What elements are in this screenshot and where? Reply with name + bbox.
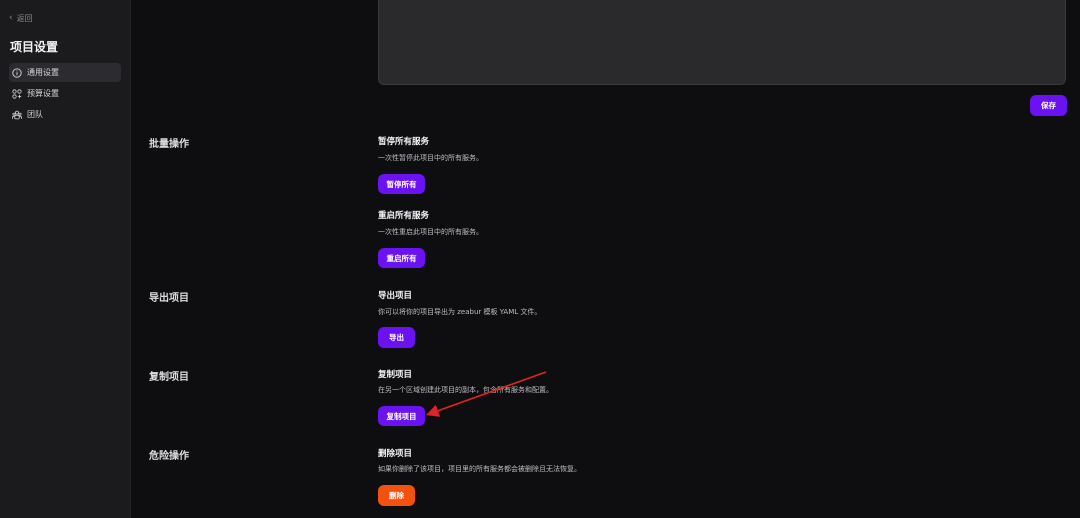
save-button[interactable]: 保存 <box>1030 95 1067 116</box>
chevron-left-icon: ‹ <box>9 13 13 23</box>
sidebar-item-label: 团队 <box>27 110 43 119</box>
delete-title: 删除项目 <box>378 449 413 459</box>
pause-all-title: 暂停所有服务 <box>378 137 430 147</box>
restart-all-button[interactable]: 重启所有 <box>378 248 425 268</box>
export-button[interactable]: 导出 <box>378 327 415 348</box>
pause-all-button[interactable]: 暂停所有 <box>378 174 425 194</box>
section-label-danger: 危险操作 <box>149 451 189 462</box>
copy-title: 复制项目 <box>378 370 413 380</box>
info-circle-icon <box>12 67 22 78</box>
sidebar-item-budget[interactable]: 预算设置 <box>9 84 121 103</box>
section-label-copy: 复制项目 <box>149 372 189 383</box>
copy-desc: 在另一个区域创建此项目的副本，包含所有服务和配置。 <box>378 386 553 394</box>
pause-all-desc: 一次性暂停此项目中的所有服务。 <box>378 154 483 162</box>
sidebar-title: 项目设置 <box>10 40 59 54</box>
export-desc: 你可以将你的项目导出为 zeabur 模板 YAML 文件。 <box>378 308 542 316</box>
export-title: 导出项目 <box>378 291 413 301</box>
main-content: 保存 批量操作 暂停所有服务 一次性暂停此项目中的所有服务。 暂停所有 重启所有… <box>132 0 1080 518</box>
copy-project-button[interactable]: 复制项目 <box>378 406 425 426</box>
sidebar-nav: 通用设置 预算设置 团队 <box>9 63 121 126</box>
restart-all-desc: 一次性重启此项目中的所有服务。 <box>378 228 483 236</box>
sidebar-item-team[interactable]: 团队 <box>9 105 121 124</box>
section-label-export: 导出项目 <box>149 293 189 304</box>
sidebar-item-label: 预算设置 <box>27 89 59 98</box>
restart-all-title: 重启所有服务 <box>378 211 430 221</box>
team-icon <box>12 110 22 119</box>
delete-button[interactable]: 删除 <box>378 485 415 506</box>
back-label: 返回 <box>16 14 33 23</box>
sidebar-item-general[interactable]: 通用设置 <box>9 63 121 82</box>
back-link[interactable]: ‹ 返回 <box>9 13 33 24</box>
sidebar: ‹ 返回 项目设置 通用设置 预算设置 团队 <box>0 0 131 518</box>
description-textarea[interactable] <box>378 0 1066 85</box>
grid-icon <box>12 88 22 99</box>
delete-desc: 如果你删除了该项目，项目里的所有服务都会被删除且无法恢复。 <box>378 465 581 473</box>
section-label-bulk: 批量操作 <box>149 139 189 150</box>
sidebar-item-label: 通用设置 <box>27 68 59 77</box>
